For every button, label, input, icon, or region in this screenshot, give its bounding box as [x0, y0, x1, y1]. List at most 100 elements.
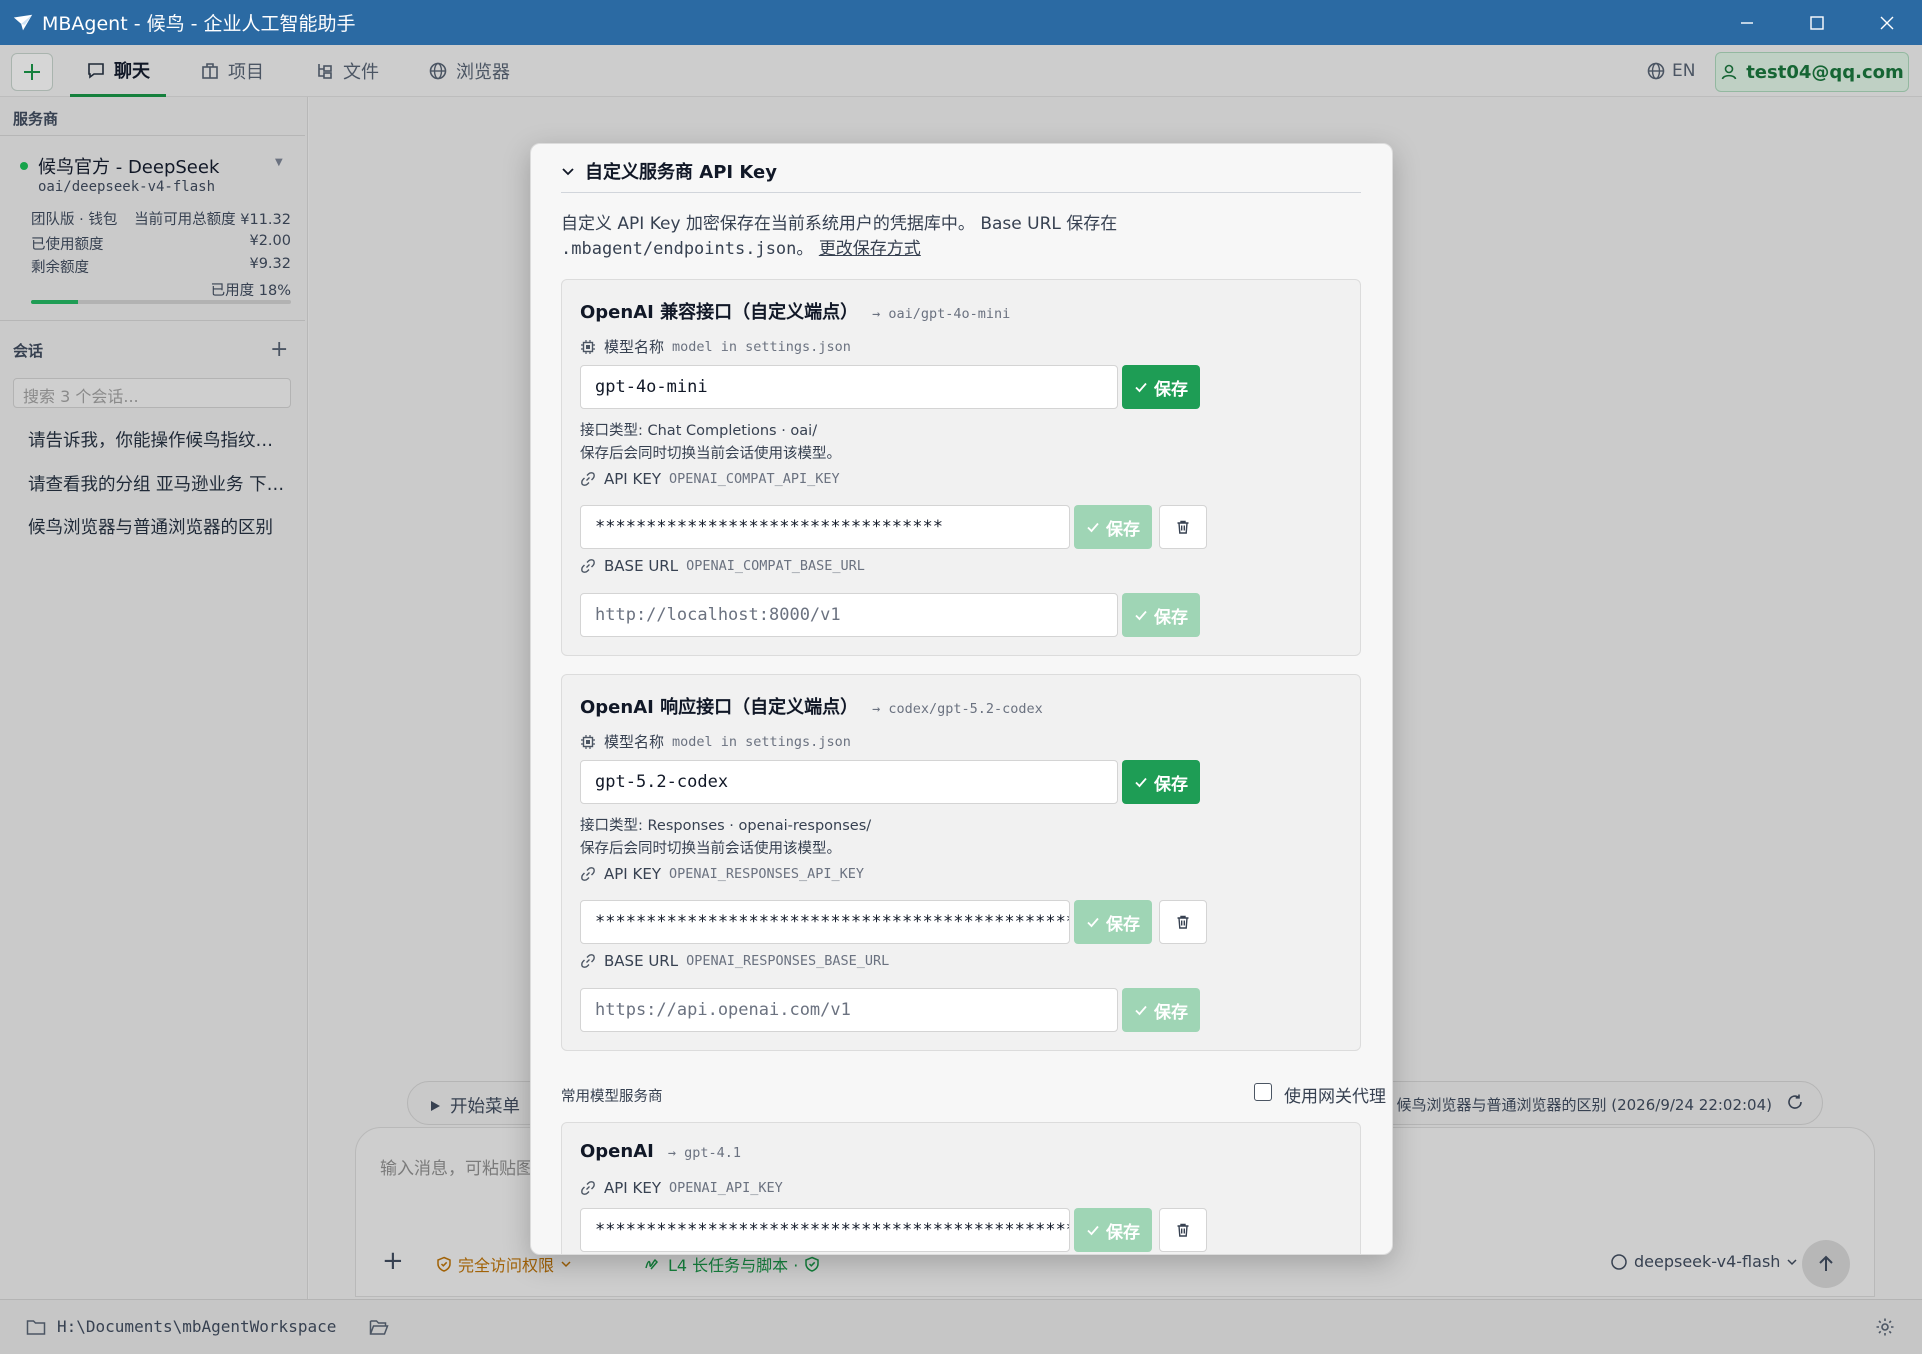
switch-note: 保存后会同时切换当前会话使用该模型。: [580, 446, 841, 462]
minimize-icon: [1741, 21, 1753, 24]
l4-mode-label: L4 长任务与脚本 ·: [668, 1256, 799, 1275]
trash-icon: [1177, 520, 1189, 534]
conversation-item[interactable]: 请告诉我，你能操作候鸟指纹浏览器吗: [28, 427, 290, 452]
delete-api-key-button[interactable]: [1159, 900, 1207, 944]
maximize-button[interactable]: [1782, 0, 1852, 45]
save-base-url-button[interactable]: 保存: [1122, 988, 1200, 1032]
change-storage-link[interactable]: 更改保存方式: [819, 239, 921, 259]
conversation-item[interactable]: 候鸟浏览器与普通浏览器的区别: [28, 514, 290, 539]
permission-selector[interactable]: 完全访问权限: [436, 1252, 572, 1276]
card-title: OpenAI → gpt-4.1: [580, 1141, 741, 1162]
chip-icon: [581, 734, 595, 749]
save-api-key-button[interactable]: 保存: [1074, 505, 1152, 549]
api-key-input[interactable]: ****************************************…: [580, 1208, 1070, 1252]
common-providers-heading: 常用模型服务商: [561, 1089, 663, 1105]
label-hint: OPENAI_API_KEY: [668, 1180, 783, 1196]
conversation-item[interactable]: 请查看我的分组 亚马逊业务 下的环境: [28, 471, 290, 496]
language-toggle[interactable]: EN: [1646, 57, 1695, 85]
gateway-proxy-checkbox[interactable]: [1254, 1083, 1272, 1101]
save-api-key-button[interactable]: 保存: [1074, 1208, 1152, 1252]
plus-icon: [24, 64, 40, 80]
attach-button[interactable]: +: [382, 1246, 404, 1276]
save-model-button[interactable]: 保存: [1122, 760, 1200, 804]
trash-icon: [1177, 915, 1189, 929]
delete-api-key-button[interactable]: [1159, 505, 1207, 549]
start-menu-button[interactable]: 开始菜单: [428, 1093, 520, 1118]
label-text: 模型名称: [604, 733, 665, 751]
section-header[interactable]: 自定义服务商 API Key: [561, 158, 777, 184]
start-menu-label: 开始菜单: [450, 1097, 520, 1117]
minimize-button[interactable]: [1712, 0, 1782, 45]
check-icon: [1087, 1225, 1099, 1236]
base-url-input[interactable]: https://api.openai.com/v1: [580, 988, 1118, 1032]
label-hint: OPENAI_RESPONSES_BASE_URL: [686, 953, 890, 969]
label-text: BASE URL: [604, 557, 679, 575]
usage-progress-fill: [31, 300, 78, 304]
card-title: OpenAI 兼容接口（自定义端点） → oai/gpt-4o-mini: [580, 298, 1010, 324]
app-logo-icon: [13, 14, 33, 30]
conversation-search-input[interactable]: 搜索 3 个会话...: [13, 378, 291, 408]
chevron-down-icon: [562, 168, 574, 176]
check-icon: [1135, 382, 1147, 393]
save-model-button[interactable]: 保存: [1122, 365, 1200, 409]
refresh-button[interactable]: [1786, 1093, 1804, 1115]
base-url-input[interactable]: http://localhost:8000/v1: [580, 593, 1118, 637]
chat-icon: [88, 62, 104, 79]
conversations-heading: 会话: [13, 342, 44, 360]
user-account-button[interactable]: test04@qq.com: [1715, 52, 1909, 92]
save-label: 保存: [1154, 607, 1188, 628]
send-button[interactable]: [1802, 1240, 1850, 1288]
new-chat-button[interactable]: [11, 53, 53, 91]
interface-type: 接口类型: Responses · openai-responses/: [580, 818, 872, 834]
card-title-text: OpenAI 响应接口（自定义端点）: [580, 697, 859, 718]
gateway-proxy-label[interactable]: 使用网关代理: [1284, 1082, 1386, 1107]
wallet-plan: 团队版 · 钱包: [31, 212, 118, 228]
open-folder-icon[interactable]: [369, 1318, 389, 1336]
usage-progress-bar: [31, 300, 291, 304]
link-icon: [581, 867, 595, 881]
card-title: OpenAI 响应接口（自定义端点） → codex/gpt-5.2-codex: [580, 693, 1043, 719]
label-hint: OPENAI_COMPAT_API_KEY: [668, 471, 840, 487]
desc-line-1: 自定义 API Key 加密保存在当前系统用户的凭据库中。 Base URL 保…: [561, 214, 1118, 234]
label-text: API KEY: [604, 1179, 661, 1197]
l4-mode-selector[interactable]: L4 长任务与脚本 ·: [644, 1252, 820, 1276]
save-api-key-button[interactable]: 保存: [1074, 900, 1152, 944]
api-key-input[interactable]: **********************************: [580, 505, 1070, 549]
save-base-url-button[interactable]: 保存: [1122, 593, 1200, 637]
check-icon: [1087, 917, 1099, 928]
label-hint: model in settings.json: [672, 338, 851, 355]
user-email: test04@qq.com: [1746, 61, 1904, 83]
top-nav: 聊天 项目 文件 浏览器 EN test04@qq.com: [0, 45, 1922, 97]
wallet-used-value: ¥2.00: [249, 233, 291, 249]
tab-projects[interactable]: 项目: [200, 45, 264, 97]
desc-line-2: .mbagent/endpoints.json。: [561, 239, 814, 259]
sidebar: 服务商 候鸟官方 - DeepSeek ▼ oai/deepseek-v4-fl…: [0, 97, 308, 1299]
tab-files[interactable]: 文件: [315, 45, 379, 97]
provider-model: oai/deepseek-v4-flash: [38, 179, 216, 195]
globe-icon: [1647, 62, 1665, 80]
model-name-label: 模型名称 model in settings.json: [580, 336, 851, 357]
label-text: 模型名称: [604, 338, 665, 356]
delete-api-key-button[interactable]: [1159, 1208, 1207, 1252]
model-selector[interactable]: deepseek-v4-flash: [1610, 1252, 1798, 1271]
model-name-input[interactable]: gpt-4o-mini: [580, 365, 1118, 409]
label-text: API KEY: [604, 470, 661, 488]
label-text: API KEY: [604, 865, 661, 883]
status-dot: [20, 162, 28, 170]
provider-heading: 服务商: [13, 110, 59, 128]
chip-icon: [581, 339, 595, 354]
api-key-label: API KEY OPENAI_API_KEY: [580, 1179, 783, 1197]
settings-gear-icon[interactable]: [1875, 1317, 1895, 1337]
tab-browser[interactable]: 浏览器: [428, 45, 510, 97]
model-name-input[interactable]: gpt-5.2-codex: [580, 760, 1118, 804]
add-conversation-button[interactable]: +: [270, 337, 288, 362]
close-window-button[interactable]: [1852, 0, 1922, 45]
link-icon: [581, 472, 595, 486]
section-title: 自定义服务商 API Key: [585, 162, 777, 183]
label-hint: OPENAI_COMPAT_BASE_URL: [686, 558, 865, 574]
globe-icon: [429, 62, 447, 80]
api-key-input[interactable]: ****************************************…: [580, 900, 1070, 944]
wallet-available: 当前可用总额度 ¥11.32: [134, 212, 291, 228]
tab-chat[interactable]: 聊天: [70, 45, 166, 97]
refresh-icon: [1788, 1094, 1802, 1109]
